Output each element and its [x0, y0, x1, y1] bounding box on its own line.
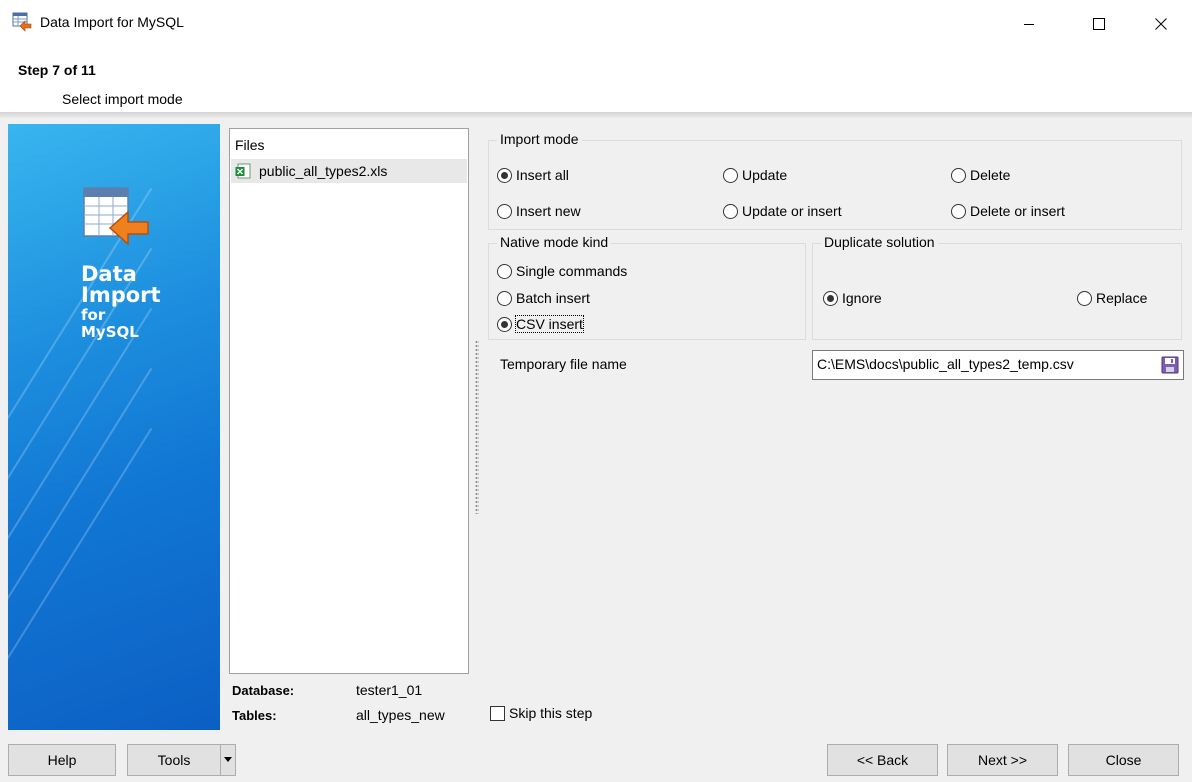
radio-ignore[interactable]: Ignore [823, 290, 882, 306]
database-label: Database: [232, 683, 295, 698]
radio-replace[interactable]: Replace [1077, 290, 1147, 306]
temp-file-field[interactable] [812, 350, 1184, 380]
back-button[interactable]: << Back [827, 744, 938, 776]
skip-step-label: Skip this step [509, 705, 593, 721]
skip-step-checkbox[interactable]: Skip this step [490, 705, 592, 721]
excel-file-icon [235, 163, 251, 179]
radio-delete[interactable]: Delete [951, 167, 1010, 183]
side-banner: Data Import for MySQL [8, 124, 220, 730]
maximize-icon [1093, 18, 1105, 30]
files-header: Files [235, 137, 265, 153]
files-list[interactable]: Files public_all_types2.xls [229, 128, 469, 674]
close-button[interactable]: Close [1068, 744, 1179, 776]
minimize-button[interactable] [1006, 8, 1052, 40]
import-mode-legend: Import mode [497, 131, 582, 147]
radio-single-commands[interactable]: Single commands [497, 263, 627, 279]
chevron-down-icon [224, 757, 232, 762]
temp-file-input[interactable] [817, 356, 1153, 372]
title-bar: Data Import for MySQL Step 7 of 11 Selec… [0, 0, 1192, 107]
tables-value: all_types_new [356, 707, 445, 723]
step-title: Step 7 of 11 [18, 62, 96, 78]
radio-delete-or-insert[interactable]: Delete or insert [951, 203, 1065, 219]
file-name: public_all_types2.xls [259, 163, 388, 179]
step-subtitle: Select import mode [62, 91, 183, 107]
tools-dropdown-button[interactable] [220, 744, 236, 776]
panel-splitter[interactable] [475, 340, 479, 514]
radio-insert-new[interactable]: Insert new [497, 203, 581, 219]
save-icon[interactable] [1161, 356, 1179, 374]
native-mode-legend: Native mode kind [497, 234, 612, 250]
close-icon [1155, 18, 1167, 30]
window-title: Data Import for MySQL [40, 14, 184, 30]
radio-update[interactable]: Update [723, 167, 787, 183]
radio-insert-all[interactable]: Insert all [497, 167, 569, 183]
temp-file-label: Temporary file name [500, 356, 627, 372]
radio-update-or-insert[interactable]: Update or insert [723, 203, 842, 219]
file-item[interactable]: public_all_types2.xls [231, 159, 467, 183]
tables-label: Tables: [232, 708, 277, 723]
banner-product-name: Data Import for MySQL [81, 262, 161, 341]
close-window-button[interactable] [1138, 8, 1184, 40]
maximize-button[interactable] [1076, 8, 1122, 40]
database-value: tester1_01 [356, 682, 423, 698]
table-import-icon [83, 187, 149, 246]
data-import-icon [12, 12, 32, 32]
radio-batch-insert[interactable]: Batch insert [497, 290, 590, 306]
help-button[interactable]: Help [8, 744, 116, 776]
radio-csv-insert[interactable]: CSV insert [497, 315, 584, 333]
tools-button[interactable]: Tools [127, 744, 221, 776]
duplicate-solution-legend: Duplicate solution [821, 234, 938, 250]
minimize-icon [1024, 24, 1034, 25]
next-button[interactable]: Next >> [947, 744, 1058, 776]
